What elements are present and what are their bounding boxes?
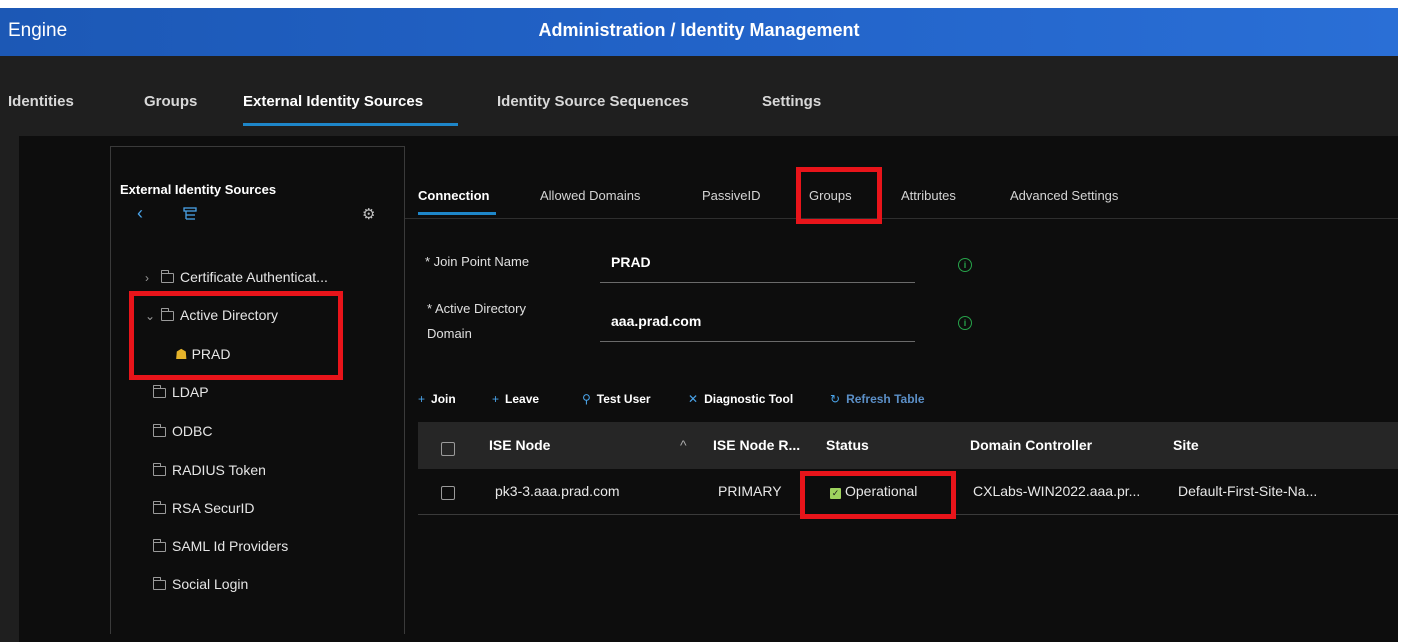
page-title: Administration / Identity Management [538,20,860,40]
back-icon[interactable]: ‹ [137,203,143,224]
sidebar-item-odbc[interactable]: ODBC [153,423,212,439]
column-header-ise-node[interactable]: ISE Node [489,437,550,453]
sidebar-item-radius-token[interactable]: RADIUS Token [153,462,266,478]
column-header-site[interactable]: Site [1173,437,1199,453]
subtab-advanced-settings[interactable]: Advanced Settings [1010,188,1118,203]
sidebar: External Identity Sources ‹ ⚙ › Certifica… [110,146,405,634]
folder-icon [153,385,166,398]
join-label: Join [431,392,456,406]
subtab-connection[interactable]: Connection [418,188,490,203]
sidebar-item-certificate[interactable]: › Certificate Authenticat... [145,269,328,285]
sidebar-item-label: LDAP [172,384,209,400]
folder-icon [153,463,166,476]
sidebar-item-label: Certificate Authenticat... [180,269,328,285]
select-all-checkbox[interactable] [441,442,455,456]
highlight-box-status [800,471,956,519]
sidebar-item-label: Social Login [172,576,249,592]
ad-domain-field[interactable] [600,341,915,342]
row-checkbox[interactable] [441,486,455,500]
folder-icon [161,270,174,283]
test-user-label: Test User [596,392,651,406]
ad-domain-label-2: Domain [427,326,472,341]
column-header-domain-controller[interactable]: Domain Controller [970,437,1092,453]
tab-identity-source-sequences[interactable]: Identity Source Sequences [497,93,689,110]
join-button[interactable]: + Join [418,392,456,406]
sidebar-item-ldap[interactable]: LDAP [153,384,209,400]
folder-icon [153,539,166,552]
ad-domain-value[interactable]: aaa.prad.com [611,313,701,329]
column-header-ise-node-role[interactable]: ISE Node R... [713,437,800,453]
sidebar-item-label: ODBC [172,423,213,439]
folder-icon [153,424,166,437]
sort-icon[interactable]: ^ [680,437,687,453]
refresh-table-label: Refresh Table [846,392,925,406]
subtab-allowed-domains[interactable]: Allowed Domains [540,188,640,203]
table-header [418,422,1398,469]
highlight-box-active-directory [129,291,343,380]
folder-icon [153,501,166,514]
app-window: Engine Administration / Identity Managem… [0,8,1398,642]
sidebar-item-label: RSA SecurID [172,500,255,516]
join-point-name-field[interactable] [600,282,915,283]
cell-ise-node-role: PRIMARY [718,483,782,499]
leave-label: Leave [505,392,540,406]
top-navigation: Identities Groups External Identity Sour… [0,56,1398,136]
tab-identities[interactable]: Identities [8,93,74,110]
cell-ise-node: pk3-3.aaa.prad.com [495,483,620,499]
leave-button[interactable]: + Leave [492,392,539,406]
ad-domain-label: * Active Directory [427,301,526,316]
test-user-button[interactable]: ⚲ Test User [582,392,651,406]
plus-icon: + [492,392,500,406]
tab-groups[interactable]: Groups [144,93,197,110]
tools-icon: ✕ [688,392,699,406]
active-tab-indicator [243,123,458,126]
refresh-icon: ↻ [830,392,841,406]
active-subtab-indicator [418,212,496,215]
sidebar-title: External Identity Sources [120,182,277,197]
title-bar: Engine Administration / Identity Managem… [0,8,1398,56]
diagnostic-tool-label: Diagnostic Tool [704,392,794,406]
diagnostic-tool-button[interactable]: ✕ Diagnostic Tool [688,392,793,406]
sidebar-item-label: RADIUS Token [172,462,266,478]
info-icon[interactable]: i [958,316,972,330]
tree-view-icon[interactable] [183,207,197,221]
highlight-box-groups-tab [796,167,882,224]
folder-icon [153,577,166,590]
sidebar-item-rsa-securid[interactable]: RSA SecurID [153,500,254,516]
join-point-name-value[interactable]: PRAD [611,254,651,270]
cell-site: Default-First-Site-Na... [1178,483,1318,499]
sidebar-item-saml[interactable]: SAML Id Providers [153,538,288,554]
subtab-divider [405,218,1398,219]
cell-domain-controller: CXLabs-WIN2022.aaa.pr... [973,483,1141,499]
tab-settings[interactable]: Settings [762,93,821,110]
subtab-passiveid[interactable]: PassiveID [702,188,761,203]
gear-icon[interactable]: ⚙ [362,205,375,223]
join-point-name-label: * Join Point Name [425,254,530,269]
refresh-table-button[interactable]: ↻ Refresh Table [830,392,925,406]
subtab-attributes[interactable]: Attributes [901,188,956,203]
column-header-status[interactable]: Status [826,437,869,453]
chevron-right-icon: › [145,271,149,285]
user-icon: ⚲ [582,392,591,406]
sidebar-item-social-login[interactable]: Social Login [153,576,248,592]
tab-external-identity-sources[interactable]: External Identity Sources [243,93,423,110]
plus-icon: + [418,392,426,406]
sidebar-item-label: SAML Id Providers [172,538,289,554]
info-icon[interactable]: i [958,258,972,272]
